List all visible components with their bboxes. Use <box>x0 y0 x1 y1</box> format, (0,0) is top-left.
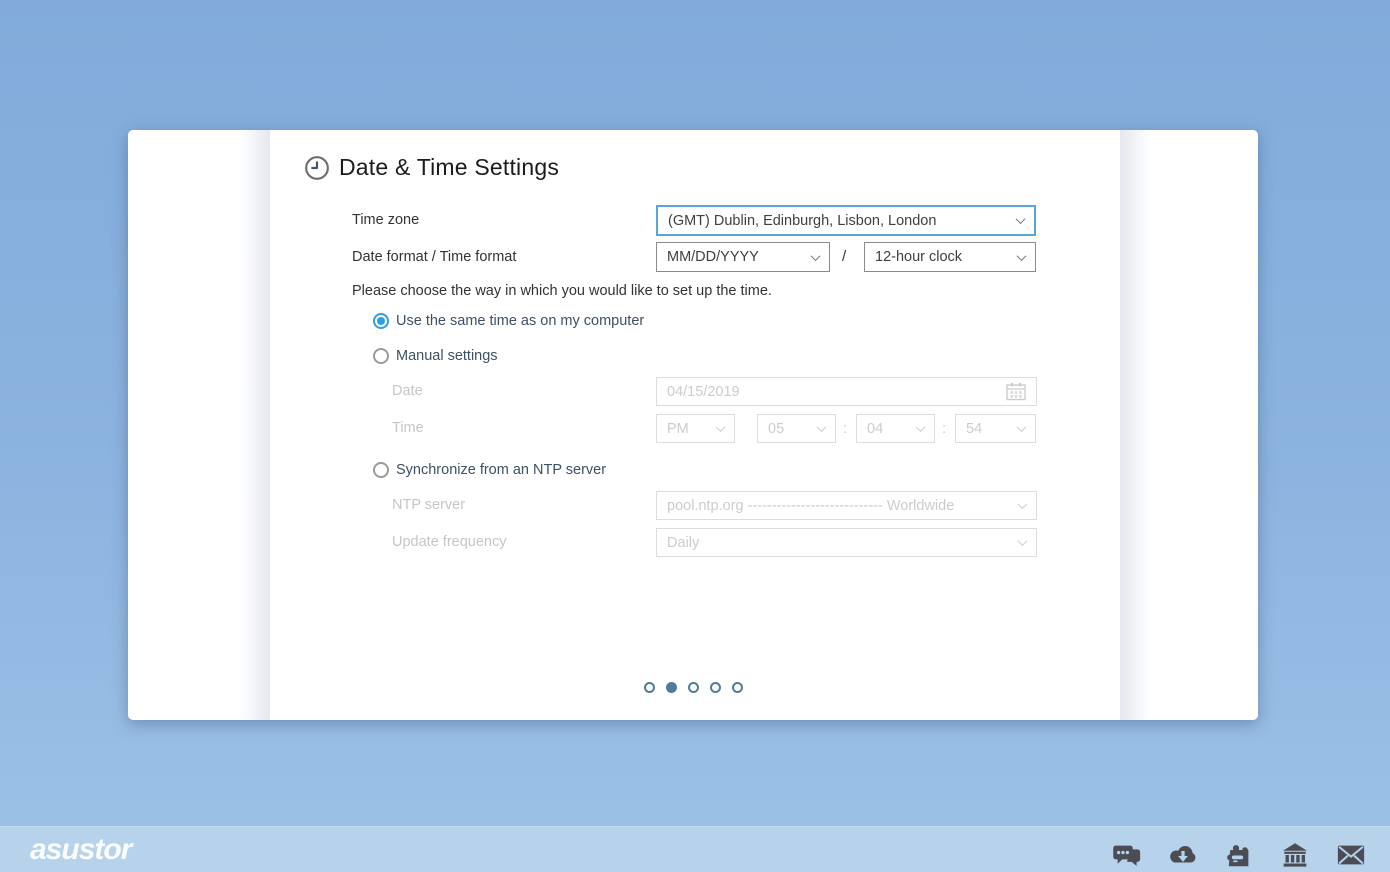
time-label: Time <box>392 420 424 436</box>
date-format-value: MM/DD/YYYY <box>667 249 759 265</box>
timezone-value: (GMT) Dublin, Edinburgh, Lisbon, London <box>668 212 937 229</box>
pagination-dots <box>128 682 1258 693</box>
radio-button[interactable] <box>373 462 389 478</box>
chat-icon[interactable] <box>1112 840 1142 870</box>
chevron-down-icon <box>1016 250 1027 261</box>
format-label: Date format / Time format <box>352 249 517 265</box>
ntp-server-label: NTP server <box>392 497 466 513</box>
footer-bar: asustor <box>0 826 1390 872</box>
slide-shadow-left <box>240 130 270 720</box>
minute-value: 04 <box>867 420 884 437</box>
ntp-server-value: pool.ntp.org ---------------------------… <box>667 497 955 514</box>
update-frequency-select[interactable]: Daily <box>656 528 1037 557</box>
app-central-icon[interactable] <box>1224 840 1254 870</box>
chevron-down-icon <box>1016 422 1027 433</box>
meridiem-select[interactable]: PM <box>656 414 735 443</box>
radio-option-manual[interactable]: Manual settings <box>373 348 498 364</box>
update-frequency-value: Daily <box>667 534 700 551</box>
pagination-dot-3[interactable] <box>687 682 699 693</box>
date-value: 04/15/2019 <box>667 383 740 400</box>
ntp-server-select[interactable]: pool.ntp.org ---------------------------… <box>656 491 1037 520</box>
chevron-down-icon <box>1017 536 1028 547</box>
setup-wizard-screen: Date & Time Settings Time zone (GMT) Dub… <box>0 0 1390 872</box>
radio-label-manual: Manual settings <box>396 348 498 364</box>
time-colon: : <box>843 420 848 437</box>
chevron-down-icon <box>915 422 926 433</box>
radio-label-ntp: Synchronize from an NTP server <box>396 462 607 478</box>
pagination-dot-1[interactable] <box>643 682 655 693</box>
radio-button[interactable] <box>373 313 389 329</box>
format-separator: / <box>842 248 847 265</box>
time-format-select[interactable]: 12-hour clock <box>864 242 1036 272</box>
asustor-logo: asustor <box>30 832 132 866</box>
radio-option-ntp[interactable]: Synchronize from an NTP server <box>373 462 606 478</box>
chevron-down-icon <box>1017 499 1028 510</box>
minute-select[interactable]: 04 <box>856 414 935 443</box>
date-format-select[interactable]: MM/DD/YYYY <box>656 242 830 272</box>
college-icon[interactable] <box>1280 840 1310 870</box>
clock-icon <box>305 155 329 180</box>
timezone-label: Time zone <box>352 212 420 228</box>
timezone-select[interactable]: (GMT) Dublin, Edinburgh, Lisbon, London <box>656 205 1036 236</box>
pagination-dot-4[interactable] <box>709 682 721 693</box>
chevron-down-icon <box>1015 214 1026 225</box>
cloud-download-icon[interactable] <box>1168 840 1198 870</box>
time-colon: : <box>942 420 947 437</box>
pagination-dot-5[interactable] <box>731 682 743 693</box>
chevron-down-icon <box>810 250 821 261</box>
chevron-down-icon <box>816 422 827 433</box>
update-frequency-label: Update frequency <box>392 534 507 550</box>
page-title: Date & Time Settings <box>339 154 560 180</box>
second-select[interactable]: 54 <box>955 414 1036 443</box>
date-label: Date <box>392 383 423 399</box>
radio-button[interactable] <box>373 348 389 364</box>
hour-value: 05 <box>768 420 785 437</box>
radio-option-computer[interactable]: Use the same time as on my computer <box>373 313 644 329</box>
pagination-dot-2[interactable] <box>665 682 677 693</box>
calendar-icon <box>1006 382 1026 401</box>
hour-select[interactable]: 05 <box>757 414 836 443</box>
time-format-value: 12-hour clock <box>875 249 963 265</box>
setup-prompt: Please choose the way in which you would… <box>352 283 772 299</box>
mail-icon[interactable] <box>1336 840 1366 870</box>
chevron-down-icon <box>715 422 726 433</box>
date-time-settings-card: Date & Time Settings Time zone (GMT) Dub… <box>128 130 1258 720</box>
second-value: 54 <box>966 420 983 437</box>
date-input[interactable]: 04/15/2019 <box>656 377 1037 406</box>
meridiem-value: PM <box>667 420 689 437</box>
radio-label-computer: Use the same time as on my computer <box>396 313 645 329</box>
slide-shadow-right <box>1120 130 1150 720</box>
